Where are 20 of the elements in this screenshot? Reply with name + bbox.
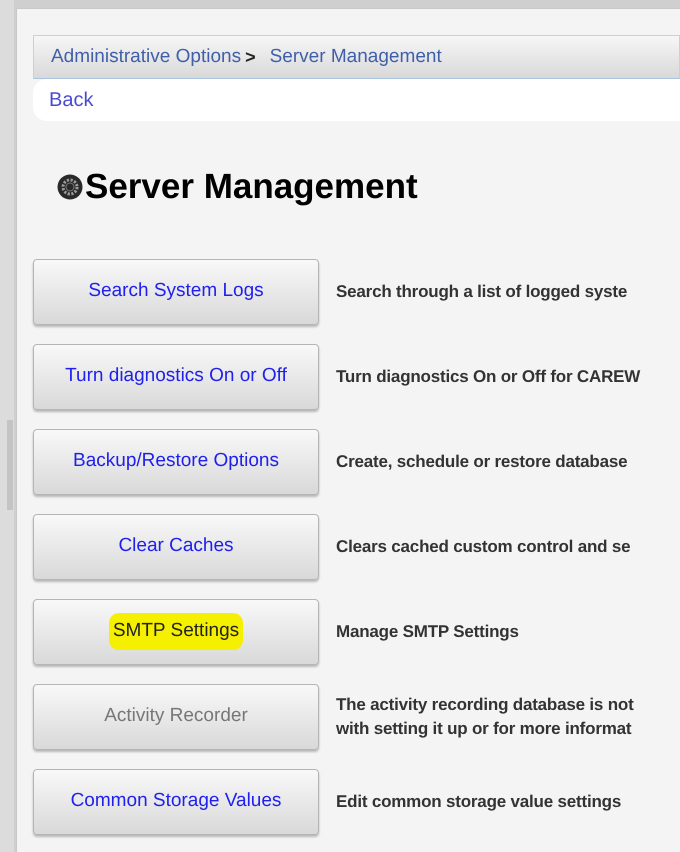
option-button[interactable]: Turn diagnostics On or Off xyxy=(33,344,319,410)
option-description: Edit common storage value settings xyxy=(336,790,622,813)
option-description: Manage SMTP Settings xyxy=(336,620,519,643)
option-description: The activity recording database is not xyxy=(336,694,634,716)
option-description: Search through a list of logged syste xyxy=(336,280,628,303)
breadcrumb-separator: > xyxy=(245,46,256,68)
option-description: Clears cached custom control and se xyxy=(336,536,630,558)
breadcrumb-link[interactable]: Administrative Options xyxy=(51,42,242,72)
option-button[interactable]: SMTP Settings xyxy=(33,598,319,664)
back-link[interactable]: Back xyxy=(49,85,94,115)
option-button[interactable]: Clear Caches xyxy=(33,514,319,580)
option-button[interactable]: Common Storage Values xyxy=(33,768,319,834)
page-title: Server Management xyxy=(85,166,418,208)
option-button[interactable]: Search System Logs xyxy=(33,258,319,324)
option-description: with setting it up or for more informat xyxy=(336,718,632,740)
gear-icon xyxy=(57,174,83,200)
option-description: Turn diagnostics On or Off for CAREW xyxy=(336,366,640,388)
breadcrumb-link[interactable]: Server Management xyxy=(270,42,442,72)
option-button[interactable]: Backup/Restore Options xyxy=(33,428,319,494)
option-description: Create, schedule or restore database xyxy=(336,450,628,472)
